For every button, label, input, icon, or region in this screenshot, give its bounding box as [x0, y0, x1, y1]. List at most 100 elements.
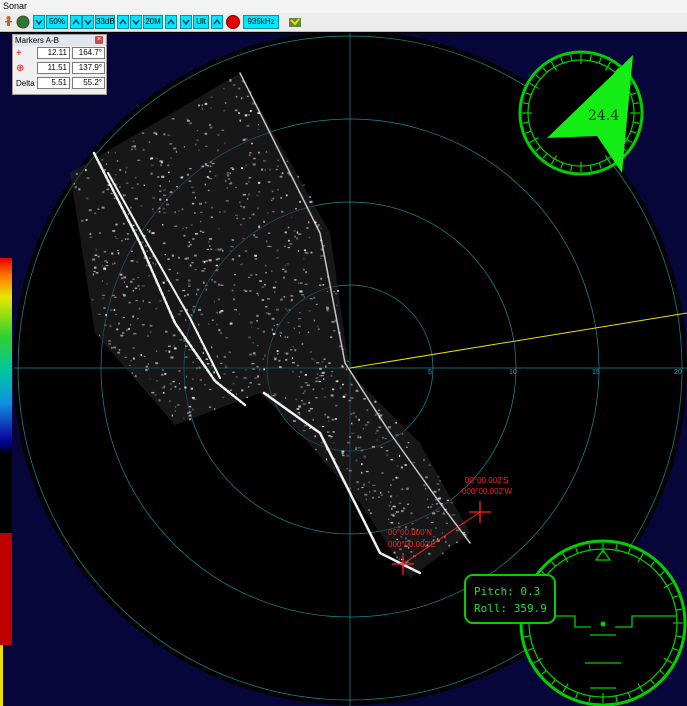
sonar-speckle: [245, 182, 248, 185]
sonar-speckle: [223, 88, 225, 90]
sonar-speckle: [339, 386, 342, 389]
sonar-speckle: [401, 510, 404, 513]
frequency-value[interactable]: 935kHz: [243, 15, 279, 29]
sonar-speckle: [89, 236, 92, 238]
sonar-speckle: [335, 404, 338, 407]
sonar-speckle: [113, 178, 116, 180]
sonar-speckle: [248, 193, 250, 196]
sonar-speckle: [228, 351, 232, 354]
sonar-speckle: [129, 280, 133, 283]
sonar-speckle: [341, 452, 344, 455]
sonar-speckle: [107, 151, 110, 154]
sonar-speckle: [298, 233, 302, 236]
sonar-view[interactable]: 5 10 15 20 00°00.002'S 000°00.002'W 00°0…: [0, 33, 687, 706]
sonar-speckle: [254, 236, 258, 238]
sonar-speckle: [211, 162, 215, 165]
sonar-speckle: [253, 234, 255, 237]
mode-up-button[interactable]: [211, 15, 223, 29]
sonar-speckle: [396, 495, 398, 497]
delta-bearing: 55.2°: [72, 77, 105, 89]
sonar-speckle: [191, 261, 194, 264]
sonar-display[interactable]: [0, 33, 687, 706]
sonar-speckle: [391, 507, 393, 510]
sonar-speckle: [275, 257, 279, 259]
sonar-speckle: [319, 284, 322, 286]
sonar-speckle: [204, 132, 208, 135]
sonar-speckle: [196, 130, 198, 132]
db-up-button[interactable]: [117, 15, 129, 29]
sonar-speckle: [138, 307, 141, 310]
sonar-speckle: [336, 304, 338, 307]
sonar-speckle: [115, 223, 118, 226]
sonar-speckle: [264, 354, 266, 357]
sonar-speckle: [363, 455, 367, 458]
db-down-button[interactable]: [82, 15, 94, 29]
diver-icon[interactable]: [3, 15, 14, 29]
sonar-speckle: [303, 249, 307, 252]
sonar-speckle: [276, 323, 279, 326]
sonar-speckle: [223, 110, 226, 112]
sonar-speckle: [342, 395, 346, 398]
roll-value: Roll: 359.9: [474, 602, 547, 615]
sonar-speckle: [445, 540, 447, 543]
sonar-speckle: [275, 308, 280, 311]
sonar-speckle: [396, 556, 398, 559]
sonar-speckle: [404, 464, 407, 466]
marker-row-b: ⊕ 11.51 137.9°: [13, 61, 106, 76]
sonar-speckle: [258, 191, 261, 193]
sonar-speckle: [310, 351, 312, 353]
sonar-speckle: [98, 334, 101, 337]
marker-b-lat: 00°00.000'N: [388, 528, 432, 537]
sonar-speckle: [361, 471, 363, 474]
sonar-speckle: [286, 263, 289, 265]
gain-value[interactable]: 50%: [46, 15, 68, 29]
sonar-speckle: [226, 187, 229, 189]
sonar-speckle: [171, 118, 175, 120]
sonar-speckle: [182, 417, 185, 419]
close-icon[interactable]: ×: [95, 36, 103, 44]
markers-panel-header[interactable]: Markers A-B ×: [13, 35, 106, 46]
sonar-speckle: [401, 488, 404, 490]
sonar-speckle: [148, 301, 151, 304]
sonar-speckle: [207, 189, 210, 192]
sonar-speckle: [182, 227, 184, 229]
sonar-speckle: [286, 310, 288, 312]
mode-down-button[interactable]: [180, 15, 192, 29]
markers-panel[interactable]: Markers A-B × + 12.11 164.7° ⊕ 11.51 137…: [12, 34, 107, 95]
sonar-speckle: [159, 190, 162, 193]
range-value[interactable]: 20M: [143, 15, 163, 29]
sonar-speckle: [279, 175, 283, 178]
record-icon[interactable]: [16, 15, 30, 29]
sonar-speckle: [175, 150, 178, 153]
db-value[interactable]: 33dB: [95, 15, 115, 29]
sonar-speckle: [131, 372, 133, 374]
sonar-speckle: [142, 300, 145, 302]
settings-icon[interactable]: [288, 15, 302, 29]
sonar-speckle: [151, 262, 155, 265]
marker-row-delta: Delta 5.51 55.2°: [13, 76, 106, 91]
sonar-speckle: [279, 299, 283, 301]
sonar-speckle: [103, 267, 107, 270]
sonar-speckle: [165, 199, 168, 201]
sonar-speckle: [320, 441, 323, 444]
mode-value[interactable]: Ult: [193, 15, 209, 29]
sonar-speckle: [300, 386, 303, 388]
sonar-speckle: [89, 232, 92, 236]
sonar-speckle: [158, 207, 161, 210]
sonar-speckle: [230, 181, 232, 184]
range-up-button[interactable]: [165, 15, 177, 29]
ping-indicator-icon[interactable]: [226, 15, 240, 29]
sonar-speckle: [410, 512, 413, 515]
gain-up-button[interactable]: [70, 15, 82, 29]
sonar-speckle: [345, 393, 347, 395]
gain-down-button[interactable]: [33, 15, 45, 29]
sonar-speckle: [242, 237, 245, 240]
sonar-speckle: [291, 216, 293, 219]
sonar-speckle: [203, 281, 205, 284]
sonar-speckle: [113, 308, 116, 311]
range-down-button[interactable]: [130, 15, 142, 29]
sonar-speckle: [159, 198, 162, 201]
sonar-speckle: [281, 172, 284, 175]
sonar-speckle: [276, 350, 279, 352]
sonar-speckle: [103, 250, 107, 253]
